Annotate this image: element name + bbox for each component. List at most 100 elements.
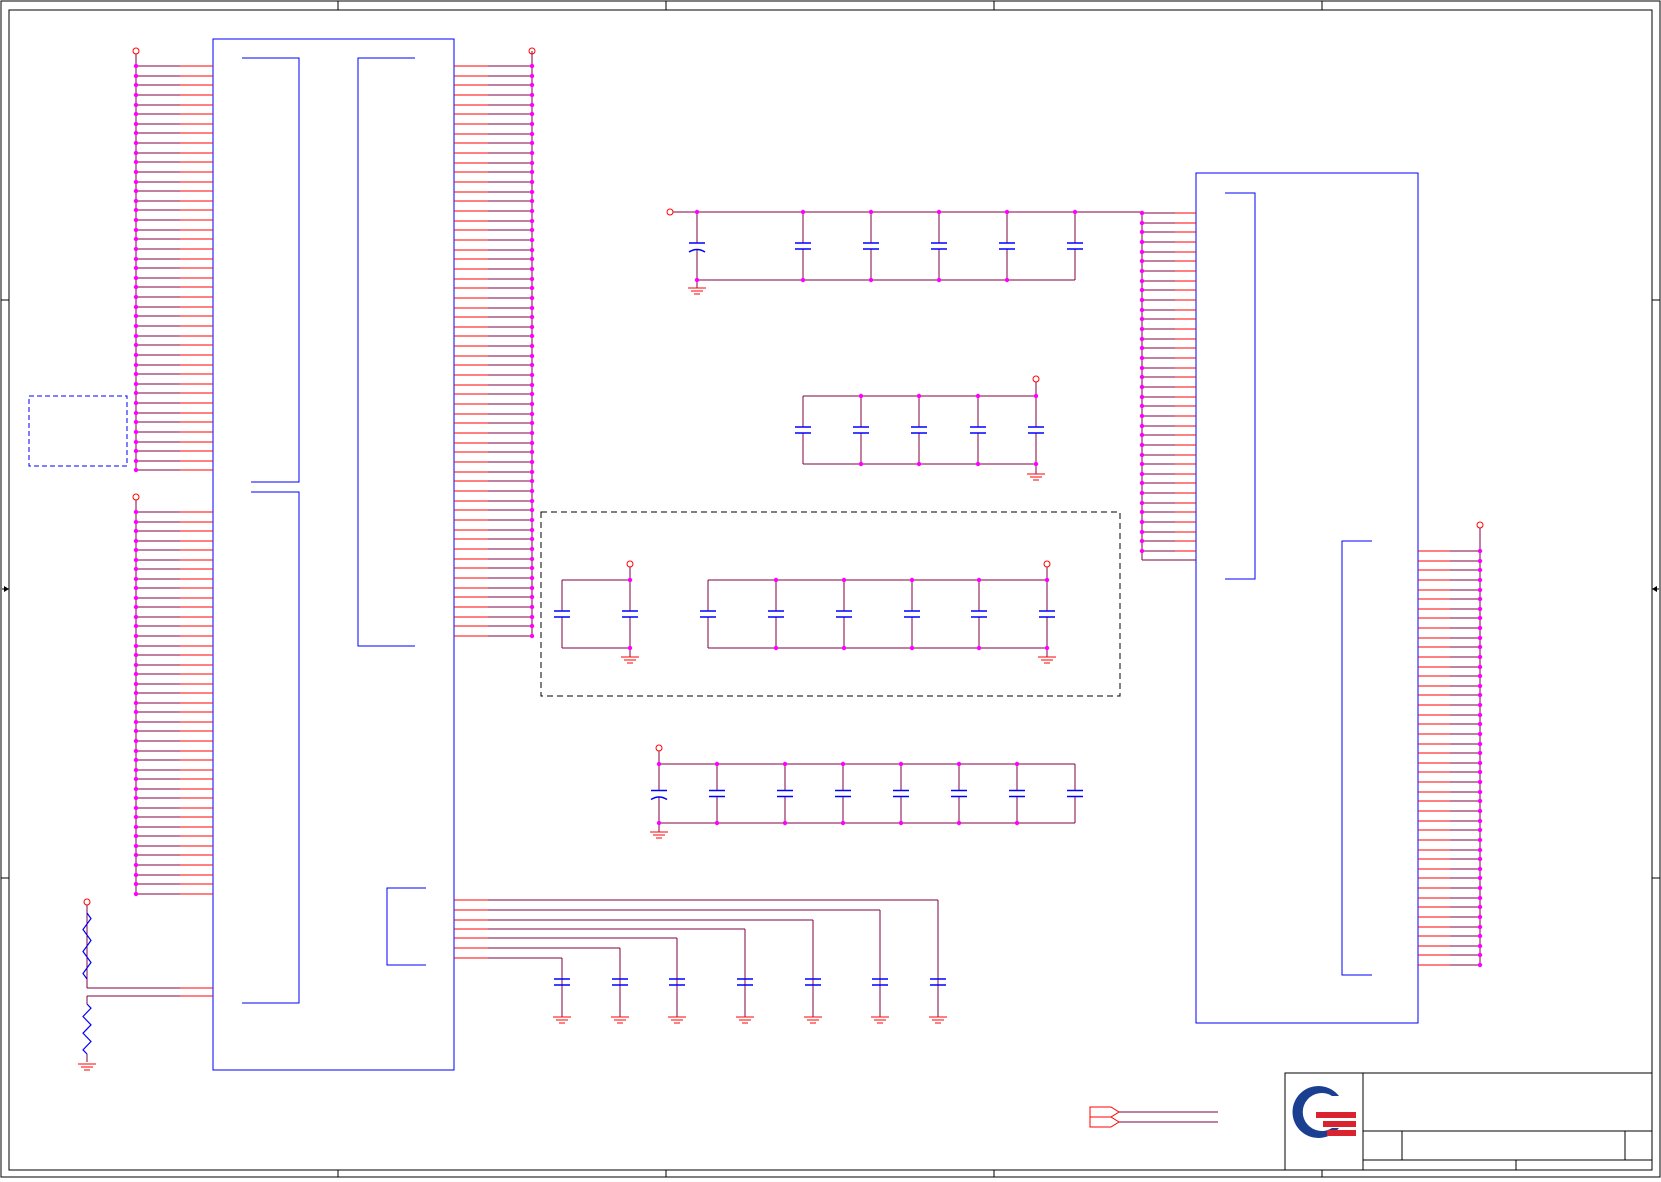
junction-dot: [909, 645, 915, 651]
power-port-icon[interactable]: [1032, 375, 1040, 383]
junction-dot: [976, 645, 982, 651]
junction-dot: [133, 843, 139, 849]
power-port-icon[interactable]: [132, 47, 140, 55]
junction-dot: [133, 236, 139, 242]
junction-dot: [956, 761, 962, 767]
capacitor-icon[interactable]: [795, 212, 811, 280]
junction-dot: [1477, 760, 1483, 766]
junction-dot: [529, 82, 535, 88]
junction-dot: [133, 333, 139, 339]
capacitor-icon[interactable]: [688, 212, 706, 280]
offpage-connectors[interactable]: [1089, 1106, 1218, 1128]
junction-dot: [529, 121, 535, 127]
main-ic-symbol[interactable]: [212, 38, 455, 1071]
junction-dot: [1139, 452, 1145, 458]
capacitor-icon[interactable]: [1009, 764, 1025, 823]
junction-dot: [1477, 750, 1483, 756]
capacitor-icon[interactable]: [554, 580, 570, 648]
capacitor-icon[interactable]: [1028, 396, 1044, 464]
ground-icon: [1027, 473, 1045, 481]
junction-dot: [1139, 297, 1145, 303]
junction-dot: [1477, 875, 1483, 881]
capacitor-icon[interactable]: [971, 580, 987, 648]
junction-dot: [1477, 712, 1483, 718]
resistor-icon[interactable]: [82, 996, 92, 1062]
junction-dot: [529, 218, 535, 224]
junction-dot: [1477, 635, 1483, 641]
power-port-icon[interactable]: [1476, 521, 1484, 529]
capacitor-icon[interactable]: [835, 764, 851, 823]
junction-dot: [529, 160, 535, 166]
junction-dot: [529, 430, 535, 436]
junction-dot: [1477, 904, 1483, 910]
ground-icon: [553, 1016, 571, 1024]
capacitor-icon[interactable]: [951, 764, 967, 823]
junction-dot: [529, 305, 535, 311]
capacitor-icon[interactable]: [700, 580, 716, 648]
junction-dot: [529, 527, 535, 533]
junction-dot: [1477, 625, 1483, 631]
junction-dot: [1139, 287, 1145, 293]
junction-dot: [529, 488, 535, 494]
junction-dot: [133, 872, 139, 878]
power-port-icon[interactable]: [626, 560, 634, 568]
right-ic-symbol[interactable]: [1195, 172, 1419, 1024]
junction-dot: [133, 188, 139, 194]
junction-dot: [1139, 316, 1145, 322]
junction-dot: [133, 690, 139, 696]
capacitor-icon[interactable]: [650, 764, 668, 823]
junction-dot: [529, 140, 535, 146]
junction-dot: [133, 814, 139, 820]
capacitor-icon[interactable]: [709, 764, 725, 823]
capacitor-icon[interactable]: [853, 396, 869, 464]
net-wires: [86, 51, 1481, 1017]
junction-dot: [133, 400, 139, 406]
junction-dot: [1477, 577, 1483, 583]
capacitor-icon[interactable]: [1067, 764, 1083, 823]
capacitor-icon[interactable]: [863, 212, 879, 280]
power-port-icon[interactable]: [655, 744, 663, 752]
offpage-connector-icon: [1089, 1116, 1120, 1128]
junction-dot: [909, 577, 915, 583]
capacitor-icon[interactable]: [999, 212, 1015, 280]
capacitor-icon[interactable]: [970, 396, 986, 464]
junction-dot: [1477, 866, 1483, 872]
junction-dot: [529, 131, 535, 137]
junction-dot: [800, 277, 806, 283]
junction-dot: [1139, 268, 1145, 274]
capacitor-icon[interactable]: [911, 396, 927, 464]
junction-dot: [898, 820, 904, 826]
capacitor-icon[interactable]: [1067, 212, 1083, 280]
junction-dot: [529, 111, 535, 117]
junction-dot: [133, 728, 139, 734]
capacitor-icon[interactable]: [1039, 580, 1055, 648]
power-port-icon[interactable]: [83, 898, 91, 906]
capacitor-icon[interactable]: [622, 580, 638, 648]
capacitor-icon[interactable]: [777, 764, 793, 823]
capacitor-icon[interactable]: [904, 580, 920, 648]
junction-dot: [529, 227, 535, 233]
junction-dot: [841, 577, 847, 583]
junction-dot: [529, 604, 535, 610]
capacitor-icon[interactable]: [893, 764, 909, 823]
power-port-icon[interactable]: [132, 493, 140, 501]
capacitor-icon[interactable]: [931, 212, 947, 280]
junction-dot: [133, 557, 139, 563]
junction-dot: [898, 761, 904, 767]
capacitor-icon[interactable]: [836, 580, 852, 648]
junction-dot: [1139, 403, 1145, 409]
decoupling-group-dashed-box: [540, 511, 1121, 697]
junction-dot: [1477, 567, 1483, 573]
capacitor-icon[interactable]: [768, 580, 784, 648]
junction-dot: [133, 681, 139, 687]
capacitor-icon[interactable]: [795, 396, 811, 464]
power-port-icon[interactable]: [666, 208, 674, 216]
junction-dot: [133, 342, 139, 348]
junction-dot: [133, 595, 139, 601]
junction-dot: [1139, 500, 1145, 506]
junction-dot: [133, 140, 139, 146]
junction-dot: [936, 209, 942, 215]
junction-dot: [1477, 654, 1483, 660]
power-port-icon[interactable]: [1043, 560, 1051, 568]
junction-dot: [133, 576, 139, 582]
